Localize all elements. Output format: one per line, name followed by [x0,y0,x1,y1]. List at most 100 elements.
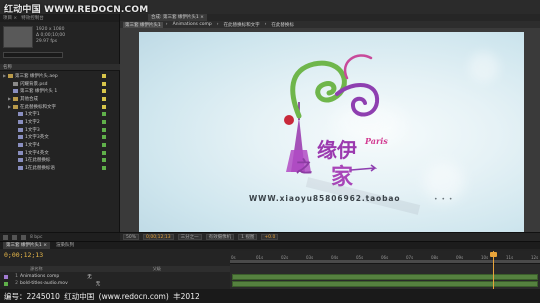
layer-number: 1 [15,274,18,279]
project-list-item[interactable]: 1文字4英文 [0,149,120,157]
project-list-item[interactable]: 1文字3 [0,126,120,134]
website-url-text: WWW.xiaoyu85806962.taobao [249,194,401,203]
project-footer: 8 bpc [0,232,120,241]
column-parent[interactable]: 父级 [153,266,161,272]
composition-canvas[interactable]: 缘伊 家 之 Paris WWW.xiaoyu85806962.taobao •… [139,32,524,246]
project-item-label: 其他合成 [20,96,38,102]
label-color-swatch[interactable] [102,96,106,101]
label-color-swatch[interactable] [102,135,106,140]
project-panel: 项目 × 特效控制台 1920 x 1080 Δ 0;00;10;00 29.9… [0,14,120,241]
layer-number: 2 [15,281,18,286]
project-item-label: 1文字3英文 [25,135,49,141]
folder-icon [8,73,13,78]
project-list-item[interactable]: ▶ 在此替换标和文字 [0,103,120,111]
project-list-item[interactable]: 1文字4 [0,141,120,149]
label-color-swatch[interactable] [102,143,106,148]
ruler-tick-label: 12s [531,255,539,260]
comp-icon [18,112,23,117]
bit-depth-label[interactable]: 8 bpc [30,235,42,240]
ruler-tick-label: 07s [406,255,414,260]
ruler-tick-label: 06s [381,255,389,260]
label-color-swatch[interactable] [102,150,106,155]
layer-parent[interactable]: 无 [96,281,101,287]
comp-icon [18,135,23,140]
label-color-swatch[interactable] [102,89,106,94]
project-search-input[interactable] [3,52,63,58]
timeline-tabs: 第三套 缘伊片头1 × 渲染队列 [0,242,540,249]
interpret-footage-icon[interactable] [3,234,8,240]
playhead[interactable] [493,251,494,290]
project-list-item[interactable]: ▶ 其他合成 [0,95,120,103]
comp-icon [18,119,23,124]
label-color-swatch[interactable] [102,81,106,86]
watermark-top: 红动中国 WWW.REDOCN.COM [0,0,540,15]
new-comp-icon[interactable] [21,234,26,240]
tab-composition[interactable]: 合成: 第三套 缘伊片头1 × [148,14,207,21]
tab-project[interactable]: 项目 × [3,15,17,21]
label-color-swatch[interactable] [102,73,106,78]
breadcrumb-item[interactable]: 在此替换标 [269,22,296,28]
layer-name[interactable]: Animations comp [20,274,59,279]
comp-icon [18,143,23,148]
tab-render-queue[interactable]: 渲染队列 [53,242,77,249]
label-color-swatch[interactable] [102,158,106,163]
magnification-dropdown[interactable]: 50% [123,234,140,240]
tab-effect-controls[interactable]: 特效控制台 [21,15,44,21]
project-list-item[interactable]: 1文字2 [0,118,120,126]
project-item-label: 1文字4 [25,143,40,149]
label-color-swatch[interactable] [102,166,106,171]
current-time-display[interactable]: 0;00;12;13 [143,234,174,240]
timeline-layer-row[interactable]: 2 bold-titles-audio.mov 无 [0,280,230,287]
watermark-bottom-text: 编号：2245010 红动中国 (www.redocn.com) 丰2012 [4,292,200,301]
ruler-tick-label: 03s [306,255,314,260]
new-folder-icon[interactable] [12,234,17,240]
ruler-tick-label: 11s [506,255,514,260]
ruler-tick-label: 05s [356,255,364,260]
layer-color-swatch[interactable] [4,281,8,286]
chevron-right-icon: › [165,22,168,27]
logo-script-text: Paris [364,136,388,146]
project-list-item[interactable]: ▶ 第三套 缘伊片头.aep [0,72,120,80]
project-list-item[interactable]: 1文字3英文 [0,134,120,142]
folder-icon [13,96,18,101]
label-color-swatch[interactable] [102,119,106,124]
layer-name[interactable]: bold-titles-audio.mov [20,281,68,286]
timeline-layer-row[interactable]: 1 Animations comp 无 [0,273,230,280]
layer-color-swatch[interactable] [4,274,8,279]
label-color-swatch[interactable] [102,104,106,109]
project-list-item[interactable]: 第三套 缘伊片头 1 [0,87,120,95]
layer-parent[interactable]: 无 [87,274,92,280]
project-list-item[interactable]: 闪耀背景.psd [0,80,120,88]
exposure-value[interactable]: +0.0 [261,234,279,240]
project-list-item[interactable]: 1在此替换标 [0,157,120,165]
camera-dropdown[interactable]: 有效摄像机 [205,234,235,240]
logo-graphic: 缘伊 家 之 Paris [284,54,421,215]
project-column-header[interactable]: 名称 [0,64,120,71]
composition-viewer: 合成: 第三套 缘伊片头1 × 第三套 缘伊片头1 › Animations c… [120,14,540,246]
project-item-label: 第三套 缘伊片头.aep [15,73,58,79]
watermark-top-text: 红动中国 WWW.REDOCN.COM [4,5,149,15]
viewer-tabs: 合成: 第三套 缘伊片头1 × [120,14,540,21]
viewer-controls: 50% 0;00;12;13 三分之一 有效摄像机 1 视图 +0.0 [120,232,540,241]
ruler-tick-label: 09s [456,255,464,260]
thumb-info-line: 29.97 fps [36,39,58,44]
timeline-track-area[interactable]: 0s 01s 02s 03s 04s 05s 06s 07s 08s 09s 10s 11s 12s [230,251,540,290]
project-list-item[interactable]: 1在此替换标语 [0,164,120,172]
timeline-timecode[interactable]: 0;00;12;13 [4,251,43,259]
breadcrumb: 第三套 缘伊片头1 › Animations comp › 在此替换标和文字 ›… [120,21,540,28]
column-name-label: 名称 [3,65,12,70]
column-source-name[interactable]: 源名称 [30,266,43,272]
chevron-right-icon: › [216,22,219,27]
project-item-label: 1在此替换标语 [25,166,55,172]
views-dropdown[interactable]: 1 视图 [238,234,258,240]
ruler-tick-label: 0s [231,255,236,260]
label-color-swatch[interactable] [102,112,106,117]
breadcrumb-item[interactable]: 在此替换标和文字 [222,22,262,28]
project-list-item[interactable]: 1文字1 [0,110,120,118]
breadcrumb-item[interactable]: 第三套 缘伊片头1 [123,21,163,28]
breadcrumb-item[interactable]: Animations comp [171,22,214,27]
folder-icon [13,104,18,109]
label-color-swatch[interactable] [102,127,106,132]
tab-timeline-comp[interactable]: 第三套 缘伊片头1 × [3,242,50,249]
resolution-dropdown[interactable]: 三分之一 [177,234,202,240]
